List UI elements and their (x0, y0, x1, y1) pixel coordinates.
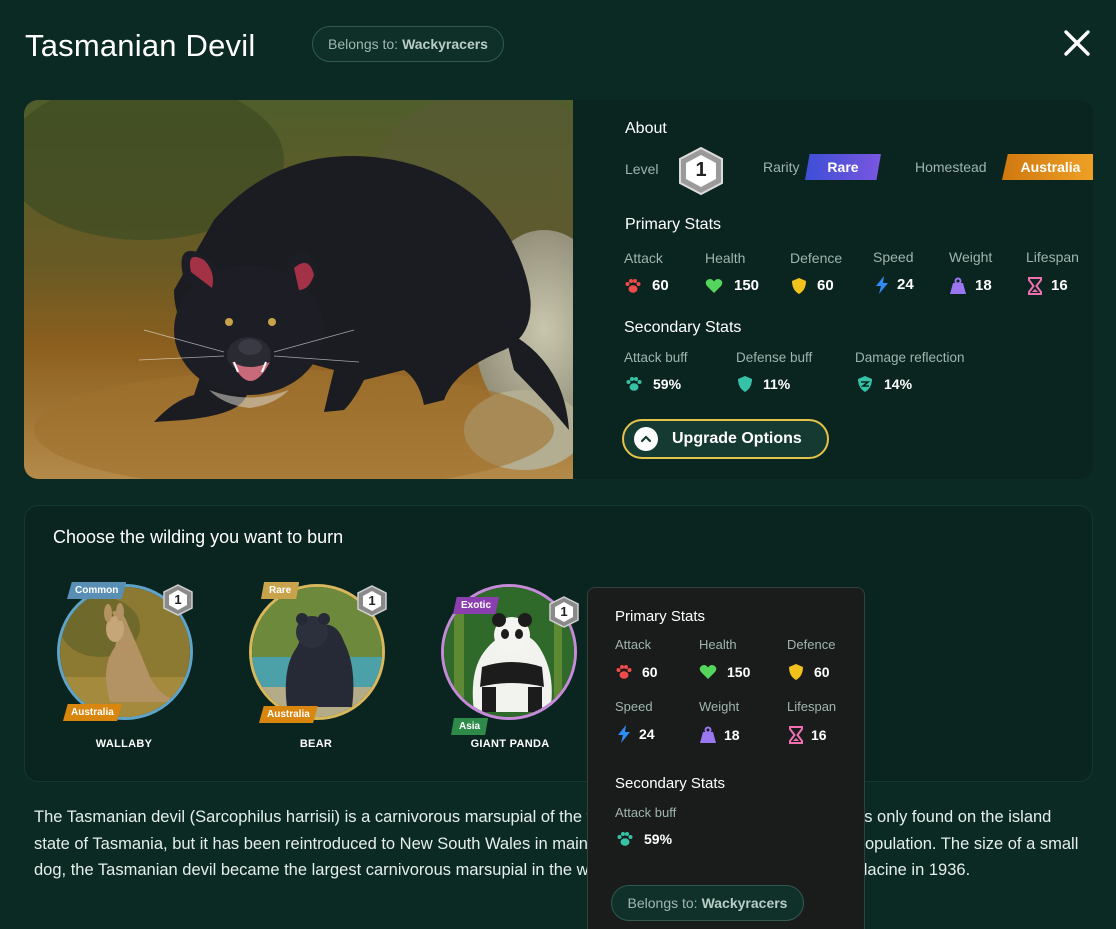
wilding-name: BEAR (299, 738, 333, 750)
stats-tooltip: Primary Stats Attack 60 Health 150 Defen… (587, 587, 865, 929)
level-badge: 1 (162, 584, 194, 616)
about-heading: About (625, 120, 667, 137)
owner-name: Wackyracers (402, 36, 488, 52)
owner-badge: Belongs to: Wackyracers (312, 26, 504, 62)
rarity-chip: Rare (261, 582, 300, 599)
tooltip-defence-label: Defence (787, 637, 836, 652)
level-value: 1 (560, 604, 568, 619)
defense-buff-value: 11% (763, 376, 791, 392)
lifespan-label: Lifespan (1026, 249, 1079, 265)
tooltip-owner-prefix: Belongs to: (627, 895, 698, 911)
level-badge: 1 (676, 146, 726, 196)
rarity-badge: Rare (805, 154, 881, 180)
page-title: Tasmanian Devil (25, 28, 256, 63)
tooltip-health-label: Health (699, 637, 737, 652)
attack-buff-value: 59% (653, 376, 682, 392)
hourglass-icon (789, 726, 803, 744)
primary-stats-heading: Primary Stats (625, 216, 722, 233)
region-chip: Australia (63, 704, 122, 721)
tooltip-owner-name: Wackyracers (701, 895, 788, 911)
chevron-up-icon (634, 427, 658, 451)
upgrade-options-button[interactable]: Upgrade Options (622, 419, 829, 459)
tooltip-speed-value: 24 (639, 726, 655, 742)
upgrade-options-label: Upgrade Options (672, 430, 802, 447)
defence-value: 60 (817, 277, 834, 294)
owner-prefix: Belongs to: (328, 36, 399, 52)
level-value: 1 (695, 159, 707, 181)
tooltip-lifespan-value: 16 (811, 727, 827, 743)
shield-icon (789, 664, 803, 680)
region-chip: Asia (451, 718, 489, 735)
tooltip-attack-label: Attack (615, 637, 652, 652)
health-value: 150 (734, 277, 760, 294)
wilding-detail-card: About Level 1 Rarity Rare Homestead Aust… (24, 100, 1093, 479)
tooltip-secondary-heading: Secondary Stats (615, 775, 726, 792)
about-panel: About Level 1 Rarity Rare Homestead Aust… (601, 100, 1093, 479)
wilding-card-wallaby[interactable]: Common Australia 1 WALLABY (49, 580, 199, 760)
weight-icon (700, 726, 716, 743)
region-chip: Australia (259, 706, 318, 723)
tooltip-speed-label: Speed (615, 699, 653, 714)
attack-value: 60 (652, 277, 669, 294)
heart-icon (699, 665, 717, 679)
hourglass-icon (1028, 277, 1042, 295)
paw-icon (625, 279, 641, 293)
tooltip-owner-badge: Belongs to: Wackyracers (611, 885, 804, 921)
burn-selection-card: Choose the wilding you want to burn Comm… (24, 505, 1093, 782)
level-value: 1 (368, 593, 376, 608)
rarity-chip: Exotic (453, 597, 500, 614)
tooltip-health-value: 150 (727, 664, 751, 680)
speed-label: Speed (873, 249, 914, 265)
level-value: 1 (174, 592, 182, 607)
burn-title: Choose the wilding you want to burn (53, 527, 344, 547)
homestead-label: Homestead (915, 159, 987, 175)
lightning-icon (618, 725, 630, 743)
weight-value: 18 (975, 277, 992, 294)
wilding-card-bear[interactable]: Rare Australia 1 BEAR (241, 580, 391, 760)
defence-label: Defence (790, 250, 843, 266)
tooltip-attack-buff-label: Attack buff (615, 805, 677, 820)
heart-icon (705, 279, 723, 293)
attack-buff-label: Attack buff (624, 350, 688, 365)
reflect-shield-icon (858, 376, 872, 392)
wilding-card-giant-panda[interactable]: Exotic Asia 1 GIANT PANDA (433, 580, 583, 760)
damage-reflection-value: 14% (884, 376, 913, 392)
weight-icon (950, 277, 966, 294)
attack-label: Attack (624, 250, 663, 266)
paw-icon (616, 665, 632, 679)
damage-reflection-label: Damage reflection (855, 350, 965, 365)
tasmanian-devil-image (24, 100, 614, 479)
close-icon (1064, 30, 1090, 56)
wilding-description: The Tasmanian devil (Sarcophilus harrisi… (34, 808, 1079, 879)
lightning-icon (876, 276, 888, 294)
tooltip-weight-value: 18 (724, 727, 740, 743)
close-button[interactable] (1060, 26, 1094, 60)
wilding-name: GIANT PANDA (470, 738, 550, 750)
secondary-stats-heading: Secondary Stats (624, 319, 742, 336)
lifespan-value: 16 (1051, 277, 1068, 294)
tooltip-attack-buff-value: 59% (644, 831, 673, 847)
tooltip-lifespan-label: Lifespan (787, 699, 837, 714)
rarity-label: Rarity (763, 159, 800, 175)
rarity-chip: Common (67, 582, 127, 599)
tooltip-weight-label: Weight (699, 699, 740, 714)
wilding-name: WALLABY (95, 738, 153, 750)
level-badge: 1 (548, 596, 580, 628)
level-badge: 1 (356, 585, 388, 617)
tooltip-primary-heading: Primary Stats (615, 608, 706, 625)
defense-buff-label: Defense buff (736, 350, 813, 365)
homestead-badge: Australia (1002, 154, 1093, 180)
health-label: Health (705, 250, 746, 266)
shield-buff-icon (738, 376, 752, 392)
paw-buff-icon (617, 832, 633, 846)
tooltip-defence-value: 60 (814, 664, 830, 680)
weight-label: Weight (949, 249, 993, 265)
shield-icon (792, 278, 806, 294)
paw-buff-icon (626, 377, 642, 391)
speed-value: 24 (897, 276, 914, 293)
level-label: Level (625, 161, 659, 177)
tooltip-attack-value: 60 (642, 664, 658, 680)
